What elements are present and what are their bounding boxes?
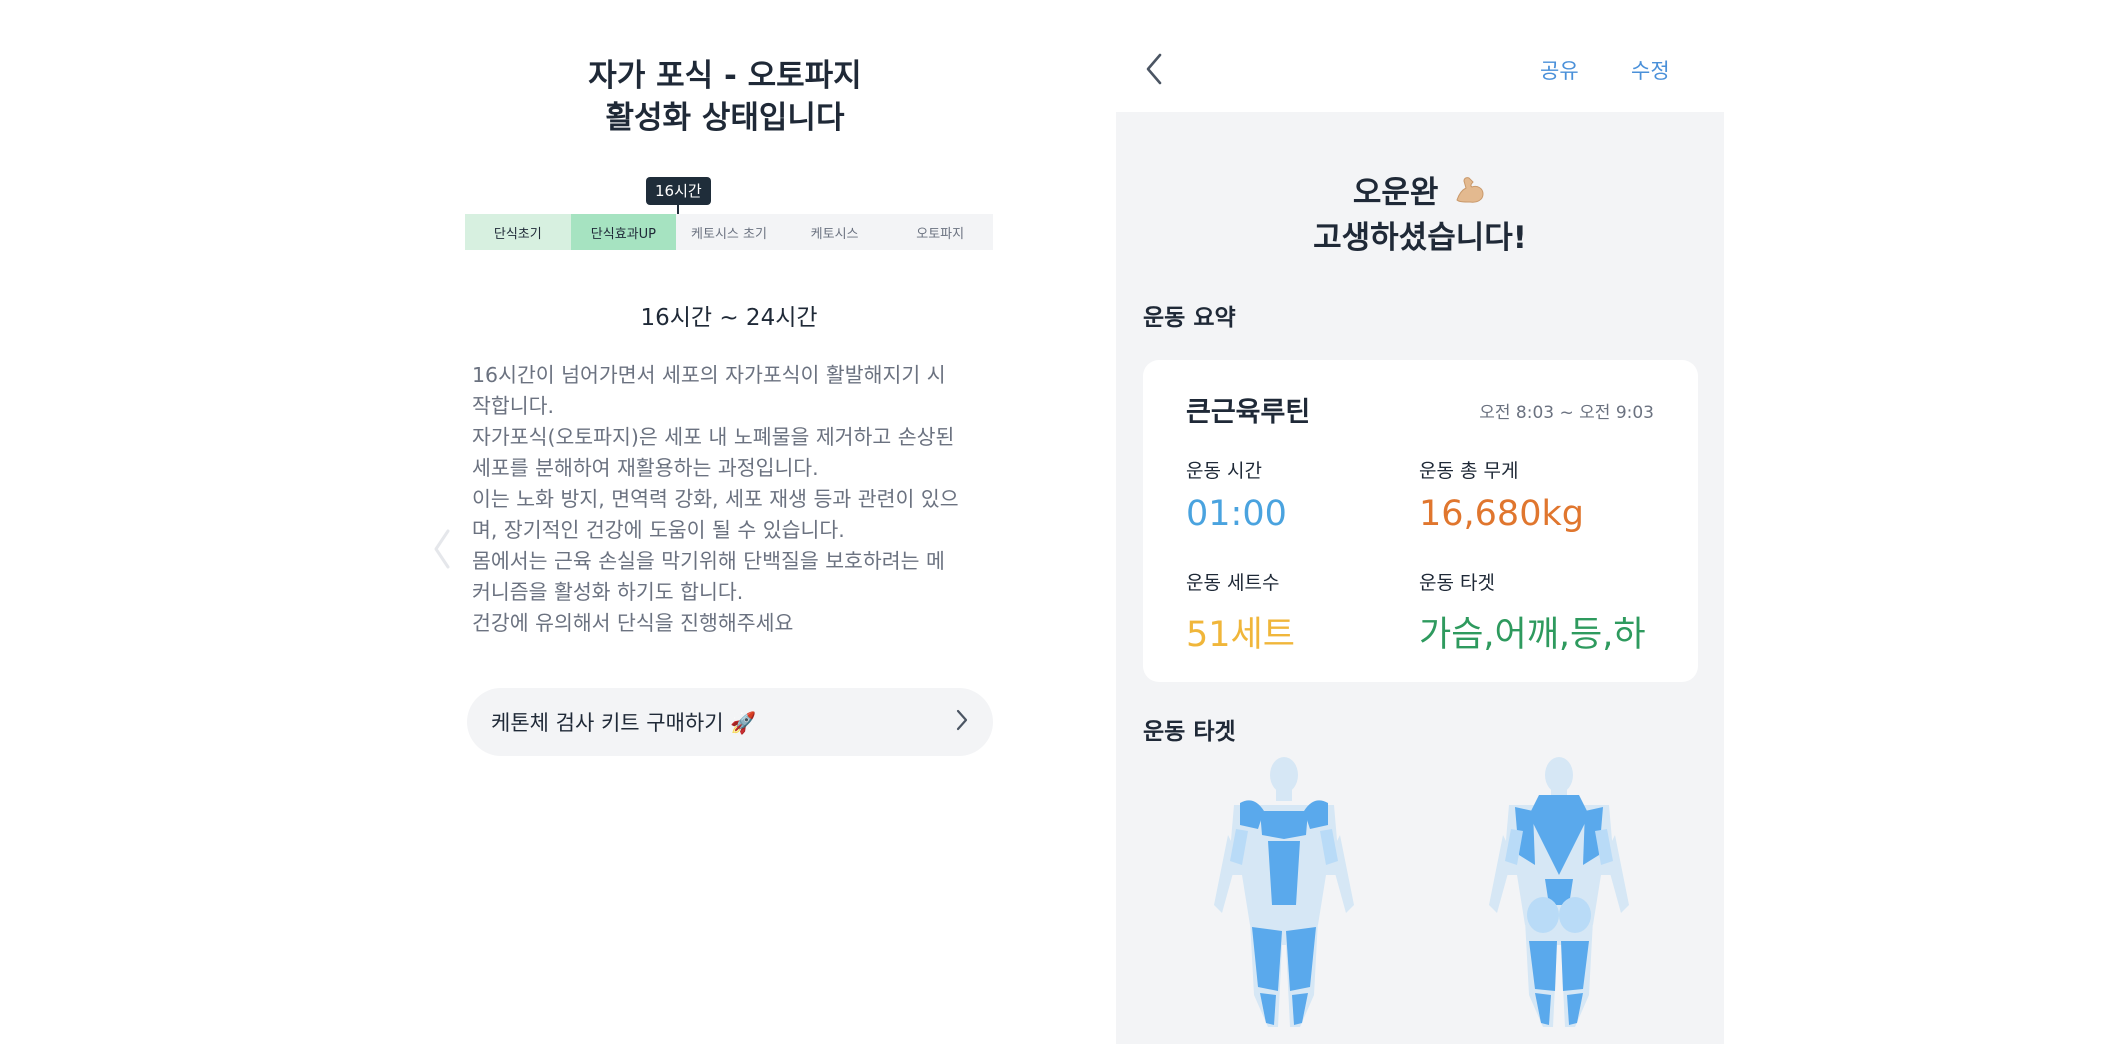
routine-name: 큰근육루틴 bbox=[1186, 397, 1311, 428]
description-line: 자가포식(오토파지)은 세포 내 노폐물을 제거하고 손상된 bbox=[472, 425, 955, 449]
description-line: 이는 노화 방지, 면역력 강화, 세포 재생 등과 관련이 있으 bbox=[472, 487, 959, 511]
edit-button[interactable]: 수정 bbox=[1631, 55, 1670, 85]
stage-early-ketosis[interactable]: 케토시스 초기 bbox=[676, 214, 782, 250]
page-title: 자가 포식 - 오토파지 활성화 상태입니다 bbox=[445, 55, 1005, 139]
current-time-marker: 16시간 bbox=[646, 177, 711, 205]
chevron-left-icon bbox=[1144, 53, 1164, 90]
chevron-left-icon[interactable] bbox=[432, 528, 452, 574]
total-weight-label: 운동 총 무게 bbox=[1419, 460, 1519, 482]
stage-fasting-effect-up[interactable]: 단식효과UP bbox=[570, 214, 677, 250]
set-count-label: 운동 세트수 bbox=[1186, 572, 1280, 594]
set-count-value: 51세트 bbox=[1186, 615, 1295, 655]
target-value: 가슴,어깨,등,하 bbox=[1419, 615, 1646, 655]
target-label: 운동 타겟 bbox=[1419, 572, 1495, 594]
body-front-figure bbox=[1214, 755, 1354, 1039]
target-section-title: 운동 타겟 bbox=[1143, 719, 1236, 745]
total-weight-value: 16,680kg bbox=[1419, 494, 1584, 534]
description-line: 며, 장기적인 건강에 도움이 될 수 있습니다. bbox=[472, 518, 845, 542]
description-line: 작합니다. bbox=[472, 394, 554, 418]
stage-ketosis[interactable]: 케토시스 bbox=[781, 214, 888, 250]
buy-ketone-kit-button[interactable]: 케톤체 검사 키트 구매하기 🚀 bbox=[467, 688, 993, 756]
description-line: 커니즘을 활성화 하기도 합니다. bbox=[472, 580, 744, 604]
body-back-figure bbox=[1489, 755, 1629, 1039]
title-line-1: 자가 포식 - 오토파지 bbox=[588, 58, 862, 94]
description-line: 16시간이 넘어가면서 세포의 자가포식이 활발해지기 시 bbox=[472, 363, 946, 387]
back-button[interactable] bbox=[1144, 52, 1164, 90]
chevron-right-icon bbox=[955, 708, 969, 736]
description-line: 건강에 유의해서 단식을 진행해주세요 bbox=[472, 611, 794, 635]
hero-line-2: 고생하셨습니다! bbox=[1313, 220, 1527, 256]
stage-time-range: 16시간 ~ 24시간 bbox=[640, 305, 818, 331]
description-line: 세포를 분해하여 재활용하는 과정입니다. bbox=[472, 456, 819, 480]
workout-summary-card: 큰근육루틴 오전 8:03 ~ 오전 9:03 운동 시간 01:00 운동 총… bbox=[1143, 360, 1698, 682]
stage-autophagy[interactable]: 오토파지 bbox=[887, 214, 993, 250]
kit-button-label: 케톤체 검사 키트 구매하기 🚀 bbox=[491, 711, 757, 735]
flexed-bicep-icon bbox=[1453, 172, 1487, 217]
hero-line-1: 오운완 bbox=[1352, 175, 1439, 211]
share-button[interactable]: 공유 bbox=[1540, 55, 1579, 85]
description-line: 몸에서는 근육 손실을 막기위해 단백질을 보호하려는 메 bbox=[472, 549, 945, 573]
fasting-panel: 자가 포식 - 오토파지 활성화 상태입니다 16시간 단식초기 단식효과UP … bbox=[0, 0, 1100, 1064]
fasting-stage-timeline: 단식초기 단식효과UP 케토시스 초기 케토시스 오토파지 bbox=[465, 214, 993, 250]
workout-panel: 공유 수정 오운완 고생하셨습니다! 운동 요약 큰근육루틴 오전 8:03 ~… bbox=[1116, 0, 1724, 1064]
duration-label: 운동 시간 bbox=[1186, 460, 1262, 482]
summary-section-title: 운동 요약 bbox=[1143, 305, 1236, 331]
workout-time-range: 오전 8:03 ~ 오전 9:03 bbox=[1479, 403, 1654, 423]
stage-early-fasting[interactable]: 단식초기 bbox=[465, 214, 571, 250]
completion-message: 오운완 고생하셨습니다! bbox=[1116, 172, 1724, 259]
duration-value: 01:00 bbox=[1186, 494, 1287, 534]
title-line-2: 활성화 상태입니다 bbox=[605, 100, 845, 136]
stage-description: 16시간이 넘어가면서 세포의 자가포식이 활발해지기 시 작합니다. 자가포식… bbox=[472, 360, 992, 639]
